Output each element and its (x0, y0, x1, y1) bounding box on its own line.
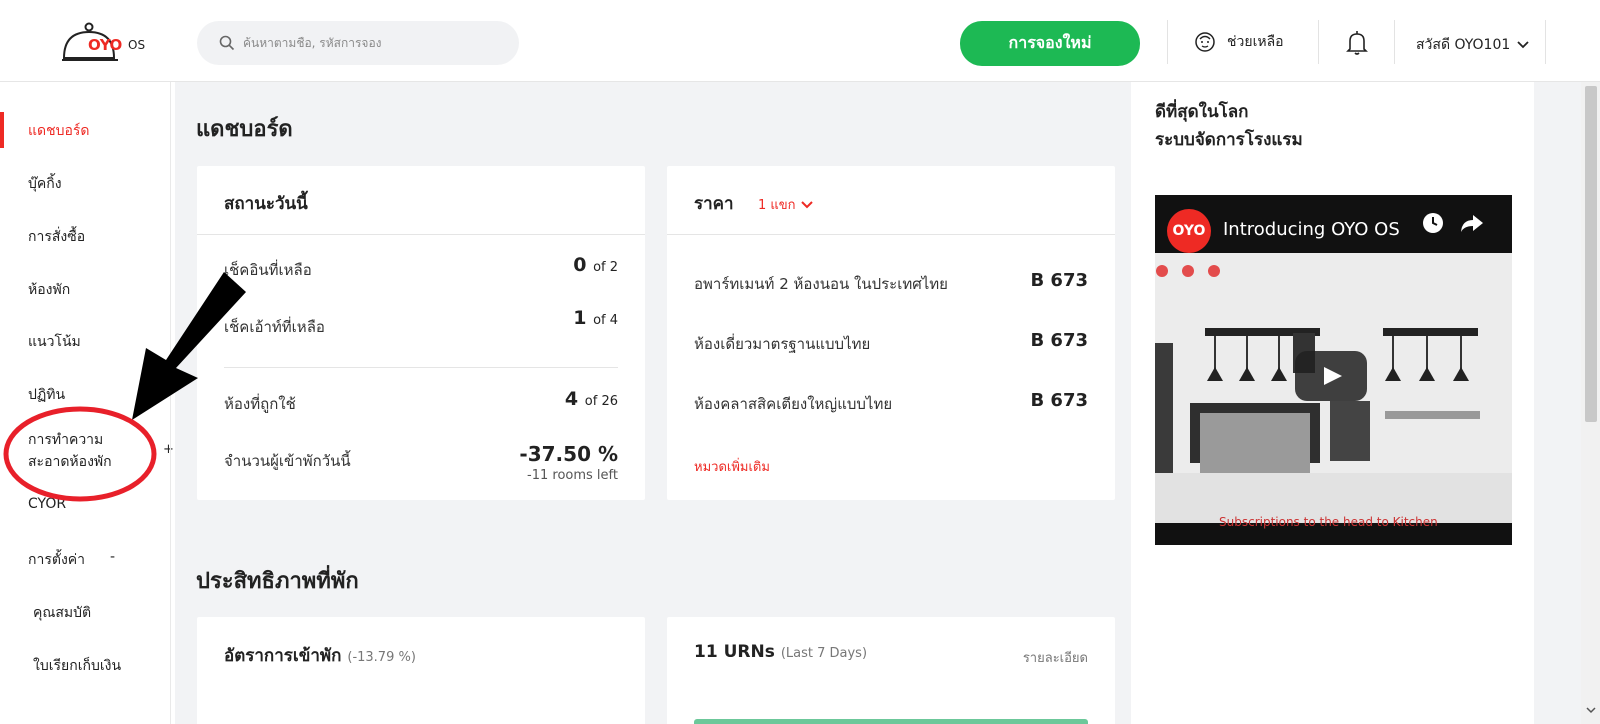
card-title: 11 URNs (694, 642, 775, 662)
section-title: ประสิทธิภาพที่พัก (196, 569, 359, 594)
sidebar: แดชบอร์ด บุ๊คกิ้ง การสั่งซื้อ ห้องพัก แน… (0, 82, 175, 724)
guests-today-label: จำนวนผู้เข้าพักวันนี้ (224, 452, 351, 470)
housekeeping-label-line1: การทำความ (28, 432, 104, 448)
divider (1394, 20, 1395, 64)
sidebar-item-rooms[interactable]: ห้องพัก (28, 279, 70, 301)
details-link[interactable]: รายละเอียด (1023, 647, 1088, 668)
guest-count-dropdown[interactable]: 1 แขก (758, 194, 814, 215)
room-type-label: อพาร์ทเมนท์ 2 ห้องนอน ในประเทศไทย (694, 275, 948, 293)
guest-count-label: 1 แขก (758, 198, 796, 213)
occupancy-header: อัตราการเข้าพัก (-13.79 %) (224, 642, 416, 669)
play-icon (1324, 367, 1342, 385)
search-icon (219, 35, 235, 51)
top-bar: OYO OS การจองใหม่ ช่วยเหลือ สวัสดี OYO10… (0, 0, 1600, 82)
channel-logo[interactable]: OYO (1167, 209, 1211, 253)
sidebar-item-trends[interactable]: แนวโน้ม (28, 331, 81, 353)
search-input[interactable] (243, 36, 503, 50)
card-title: ราคา (694, 194, 734, 214)
room-price: B 673 (1030, 390, 1088, 411)
sidebar-item-settings[interactable]: การตั้งค่า (28, 549, 85, 571)
sidebar-item-calendar[interactable]: ปฏิทิน (28, 384, 65, 406)
chevron-down-icon (1517, 41, 1529, 49)
total: of 2 (593, 260, 618, 275)
panel-title-line1: ดีที่สุดในโลก (1155, 102, 1249, 122)
rooms-left-note: -11 rooms left (527, 468, 618, 483)
occupancy-change: (-13.79 %) (347, 650, 416, 665)
sidebar-border (170, 82, 171, 724)
urns-header: 11 URNs (Last 7 Days) (694, 642, 867, 662)
page-scrollbar[interactable] (1581, 82, 1600, 724)
value: 0 (573, 254, 587, 276)
video-caption: Subscriptions to the head to Kitchen (1219, 515, 1438, 529)
active-indicator (0, 112, 4, 148)
sidebar-item-cyor[interactable]: CYOR (28, 496, 66, 512)
scrollbar-thumb[interactable] (1585, 86, 1597, 422)
more-categories-link[interactable]: หมวดเพิ่มเติม (694, 456, 770, 477)
logo-suffix: OS (128, 38, 146, 52)
card-title: สถานะวันนี้ (224, 194, 308, 214)
scroll-down-icon[interactable] (1586, 706, 1596, 714)
help-button[interactable]: ช่วยเหลือ (1193, 30, 1284, 54)
urns-progress-bar (694, 719, 1088, 724)
sidebar-item-housekeeping[interactable]: การทำความ สะอาดห้องพัก (28, 429, 112, 473)
search-bar[interactable] (197, 21, 519, 65)
today-status-card: สถานะวันนี้ เช็คอินที่เหลือ 0 of 2 เช็คเ… (197, 166, 645, 500)
sidebar-item-properties[interactable]: คุณสมบัติ (33, 602, 91, 624)
chevron-down-icon (800, 200, 813, 208)
help-label: ช่วยเหลือ (1227, 34, 1284, 50)
video-title[interactable]: Introducing OYO OS (1223, 219, 1400, 240)
housekeeping-expand-icon[interactable]: + (163, 442, 174, 457)
user-menu[interactable]: สวัสดี OYO101 (1416, 34, 1530, 56)
notifications-button[interactable] (1345, 30, 1369, 60)
intro-video[interactable]: OYO Introducing OYO OS Subscriptions to … (1155, 195, 1512, 545)
divider (197, 234, 645, 235)
panel-title: ดีที่สุดในโลก ระบบจัดการโรงแรม (1155, 98, 1303, 154)
room-type-label: ห้องคลาสสิคเตียงใหญ่แบบไทย (694, 395, 893, 413)
urns-card: 11 URNs (Last 7 Days) รายละเอียด (667, 617, 1115, 724)
divider (1167, 20, 1168, 64)
guests-today-value: -37.50 % (519, 442, 618, 466)
occupancy-card: อัตราการเข้าพัก (-13.79 %) (197, 617, 645, 724)
greeting-label: สวัสดี OYO101 (1416, 37, 1511, 53)
logo-text: OYO (88, 36, 122, 54)
checkout-remaining-value: 1 of 4 (573, 307, 618, 329)
share-icon[interactable] (1459, 211, 1485, 235)
room-price: B 673 (1030, 330, 1088, 351)
value: 4 (564, 388, 579, 410)
housekeeping-label-line2: สะอาดห้องพัก (28, 454, 112, 470)
right-panel: ดีที่สุดในโลก ระบบจัดการโรงแรม OYO Intro… (1131, 82, 1534, 724)
urns-period: (Last 7 Days) (780, 646, 868, 661)
divider (1318, 20, 1319, 64)
sidebar-item-bookings[interactable]: บุ๊คกิ้ง (28, 173, 62, 195)
divider (667, 234, 1115, 235)
settings-collapse-icon[interactable]: - (110, 549, 115, 565)
checkin-remaining-label: เช็คอินที่เหลือ (224, 261, 312, 279)
play-button[interactable] (1295, 351, 1367, 401)
watch-later-icon[interactable] (1421, 211, 1445, 235)
total: of 4 (593, 313, 618, 328)
price-card: ราคา 1 แขก อพาร์ทเมนท์ 2 ห้องนอน ในประเท… (667, 166, 1115, 500)
card-title: อัตราการเข้าพัก (224, 646, 342, 666)
total: of 26 (584, 394, 618, 409)
value: 1 (573, 307, 587, 329)
divider (1545, 20, 1546, 64)
checkin-remaining-value: 0 of 2 (573, 254, 618, 276)
panel-title-line2: ระบบจัดการโรงแรม (1155, 130, 1303, 150)
checkout-remaining-label: เช็คเอ้าท์ที่เหลือ (224, 318, 325, 336)
support-agent-icon (1195, 32, 1215, 52)
occupied-rooms-value: 4 of 26 (565, 388, 618, 410)
occupied-rooms-label: ห้องที่ถูกใช้ (224, 395, 296, 413)
bell-icon (1346, 31, 1368, 55)
sidebar-item-orders[interactable]: การสั่งซื้อ (28, 226, 85, 248)
new-booking-button[interactable]: การจองใหม่ (960, 21, 1140, 66)
room-type-label: ห้องเดี่ยวมาตรฐานแบบไทย (694, 335, 871, 353)
room-price: B 673 (1030, 270, 1088, 291)
page-title: แดชบอร์ด (196, 117, 293, 142)
sidebar-item-dashboard[interactable]: แดชบอร์ด (28, 120, 90, 142)
divider (224, 367, 618, 368)
sidebar-item-invoices[interactable]: ใบเรียกเก็บเงิน (33, 655, 121, 677)
